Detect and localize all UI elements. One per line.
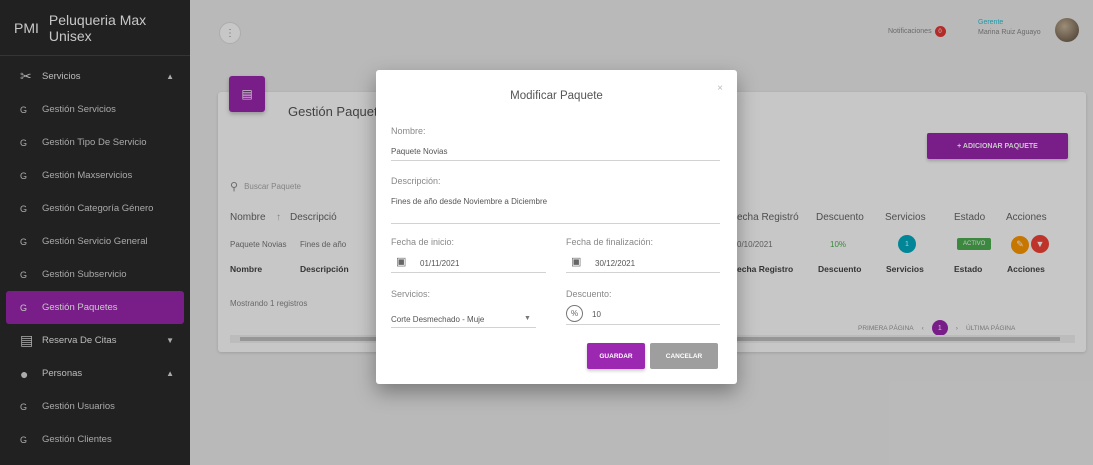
fecha-fin-label: Fecha de finalización: xyxy=(566,237,654,247)
descripcion-underline xyxy=(391,223,720,224)
modal-title: Modificar Paquete xyxy=(510,90,603,102)
descripcion-label: Descripción: xyxy=(391,176,441,186)
calendar-icon[interactable]: ▣ xyxy=(571,255,581,268)
fecha-inicio-field[interactable]: 01/11/2021 xyxy=(420,259,459,268)
fecha-inicio-label: Fecha de inicio: xyxy=(391,237,455,247)
percent-icon: % xyxy=(566,305,583,322)
descuento-field[interactable]: 10 xyxy=(592,310,601,319)
nombre-underline xyxy=(391,160,720,161)
fecha-inicio-underline xyxy=(391,272,546,273)
caret-down-icon[interactable]: ▼ xyxy=(524,315,531,322)
edit-package-modal: Modificar Paquete × Nombre: Paquete Novi… xyxy=(376,70,737,384)
save-button[interactable]: GUARDAR xyxy=(587,343,645,369)
close-icon[interactable]: × xyxy=(717,83,723,94)
descripcion-field[interactable]: Fines de año desde Noviembre a Diciembre xyxy=(391,197,547,206)
nombre-label: Nombre: xyxy=(391,126,426,136)
calendar-icon[interactable]: ▣ xyxy=(396,255,406,268)
nombre-field[interactable]: Paquete Novias xyxy=(391,147,447,156)
descuento-underline xyxy=(566,324,720,325)
descuento-label: Descuento: xyxy=(566,289,612,299)
servicios-select[interactable]: Corte Desmechado - Muje xyxy=(391,315,484,324)
fecha-fin-underline xyxy=(566,272,720,273)
servicios-underline xyxy=(391,327,536,328)
cancel-button[interactable]: CANCELAR xyxy=(650,343,718,369)
fecha-fin-field[interactable]: 30/12/2021 xyxy=(595,259,635,268)
servicios-label: Servicios: xyxy=(391,289,431,299)
